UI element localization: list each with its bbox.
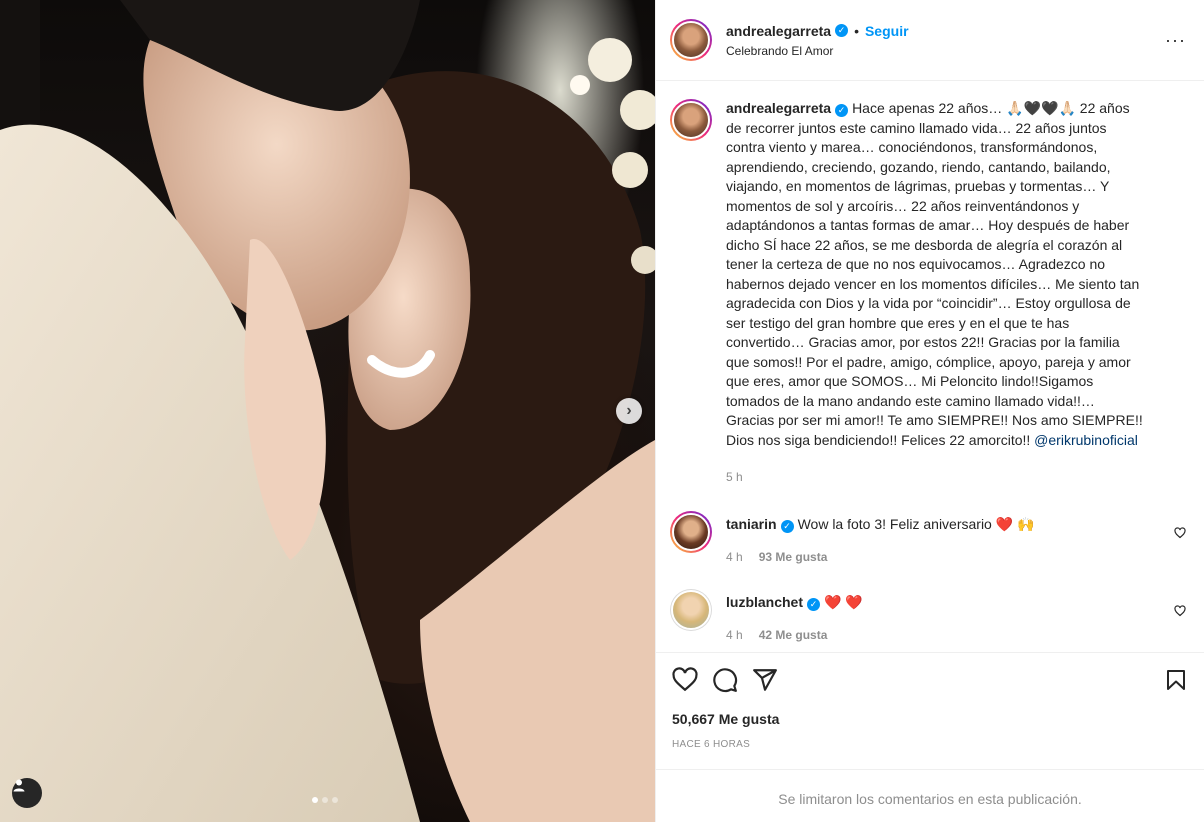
comment-username[interactable]: taniarin <box>726 516 777 532</box>
follow-button[interactable]: Seguir <box>865 23 909 39</box>
post-actions: 50,667 Me gusta HACE 6 HORAS Se limitaro… <box>656 652 1204 822</box>
comment-like-heart-icon[interactable] <box>1174 526 1186 539</box>
likes-count[interactable]: 50,667 Me gusta <box>672 711 1188 727</box>
caption-text: Hace apenas 22 años… 🙏🏻🖤🖤🙏🏻 22 años de r… <box>726 100 1143 448</box>
instagram-post-view: › andrealegarreta ✓ • Seguir Celebrando … <box>0 0 1204 822</box>
verified-icon: ✓ <box>835 104 849 118</box>
post-location[interactable]: Celebrando El Amor <box>726 44 909 58</box>
carousel-dot <box>322 797 328 803</box>
comment-item: luzblanchet ✓ ❤️ ❤️ 4 h 42 Me gusta <box>670 588 1188 646</box>
comment-avatar[interactable] <box>670 510 712 553</box>
carousel-dot <box>332 797 338 803</box>
carousel-indicator <box>312 797 338 803</box>
post-side-panel: andrealegarreta ✓ • Seguir Celebrando El… <box>655 0 1204 822</box>
share-icon[interactable] <box>752 667 778 693</box>
comment-time[interactable]: 4 h <box>726 626 743 646</box>
mention-link[interactable]: @erikrubinoficial <box>1034 432 1138 448</box>
heart-icon[interactable] <box>672 667 698 693</box>
comment-item: taniarin ✓ Wow la foto 3! Feliz aniversari… <box>670 510 1188 568</box>
comment-like-heart-icon[interactable] <box>1174 604 1186 617</box>
comment-icon[interactable] <box>712 667 738 693</box>
verified-icon: ✓ <box>807 597 821 611</box>
comment-likes[interactable]: 42 Me gusta <box>759 626 828 646</box>
verified-icon: ✓ <box>780 519 794 533</box>
comment-text: ❤️ ❤️ <box>824 593 863 610</box>
post-caption: andrealegarreta ✓ Hace apenas 22 años… 🙏🏻🖤… <box>670 99 1188 488</box>
post-time[interactable]: HACE 6 HORAS <box>672 739 1188 750</box>
comment-time[interactable]: 4 h <box>726 548 743 568</box>
comments-limited-notice: Se limitaron los comentarios en esta pub… <box>656 769 1204 822</box>
bookmark-icon[interactable] <box>1164 667 1188 693</box>
caption-time[interactable]: 5 h <box>726 468 743 488</box>
verified-icon: ✓ <box>835 24 849 37</box>
comment-username[interactable]: luzblanchet <box>726 594 803 610</box>
caption-author-avatar[interactable] <box>670 99 712 141</box>
post-header: andrealegarreta ✓ • Seguir Celebrando El… <box>656 0 1204 81</box>
author-username[interactable]: andrealegarreta <box>726 23 831 39</box>
next-image-button[interactable]: › <box>616 398 642 424</box>
carousel-dot <box>312 797 318 803</box>
wedding-photo-illustration <box>0 0 655 822</box>
comments-list[interactable]: andrealegarreta ✓ Hace apenas 22 años… 🙏🏻🖤… <box>656 81 1204 652</box>
author-avatar[interactable] <box>670 19 712 61</box>
comment-likes[interactable]: 93 Me gusta <box>759 548 828 568</box>
comment-text: Wow la foto 3! Feliz aniversario ❤️ 🙌 <box>797 515 1035 532</box>
more-options-icon[interactable]: ··· <box>1165 30 1186 51</box>
comment-avatar[interactable] <box>670 588 712 631</box>
caption-username[interactable]: andrealegarreta <box>726 100 831 116</box>
user-tag-icon <box>13 779 25 792</box>
post-photo[interactable]: › <box>0 0 655 822</box>
user-tag-button[interactable] <box>12 778 42 808</box>
separator-bullet: • <box>854 22 859 39</box>
